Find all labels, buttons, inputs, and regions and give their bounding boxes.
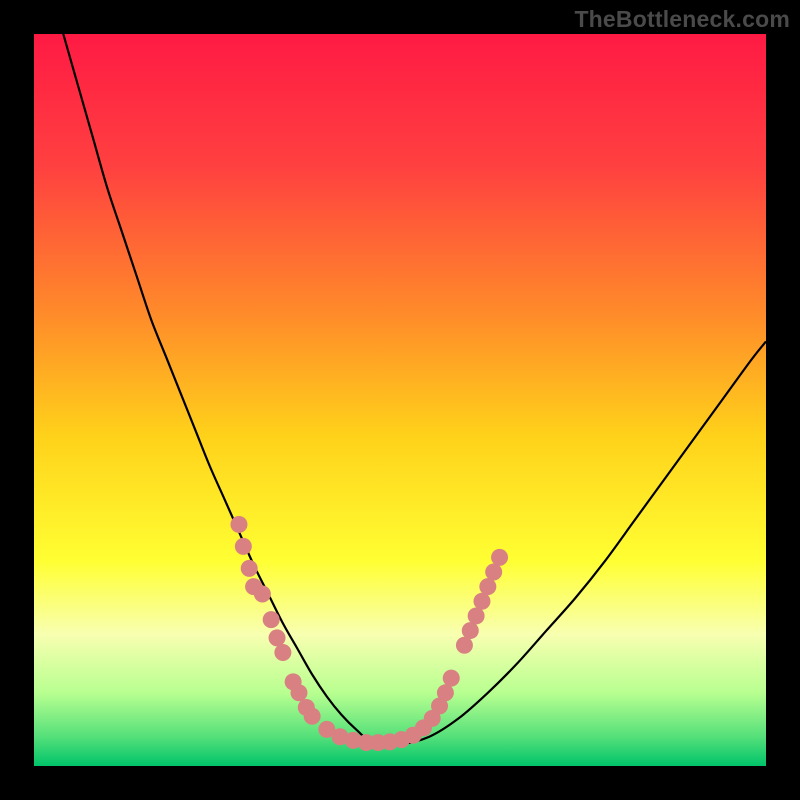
highlight-dot: [263, 611, 280, 628]
gradient-background: [34, 34, 766, 766]
chart-svg: [34, 34, 766, 766]
highlight-dot: [479, 578, 496, 595]
watermark-text: TheBottleneck.com: [574, 6, 790, 33]
highlight-dot: [274, 644, 291, 661]
highlight-dot: [491, 549, 508, 566]
highlight-dot: [230, 516, 247, 533]
highlight-dot: [269, 629, 286, 646]
highlight-dot: [456, 637, 473, 654]
highlight-dot: [462, 622, 479, 639]
highlight-dot: [443, 670, 460, 687]
highlight-dot: [235, 538, 252, 555]
highlight-dot: [241, 560, 258, 577]
highlight-dot: [468, 607, 485, 624]
chart-frame: TheBottleneck.com: [0, 0, 800, 800]
highlight-dot: [485, 564, 502, 581]
highlight-dot: [254, 585, 271, 602]
highlight-dot: [290, 684, 307, 701]
highlight-dot: [473, 593, 490, 610]
highlight-dot: [304, 708, 321, 725]
highlight-dot: [437, 684, 454, 701]
plot-area: [34, 34, 766, 766]
